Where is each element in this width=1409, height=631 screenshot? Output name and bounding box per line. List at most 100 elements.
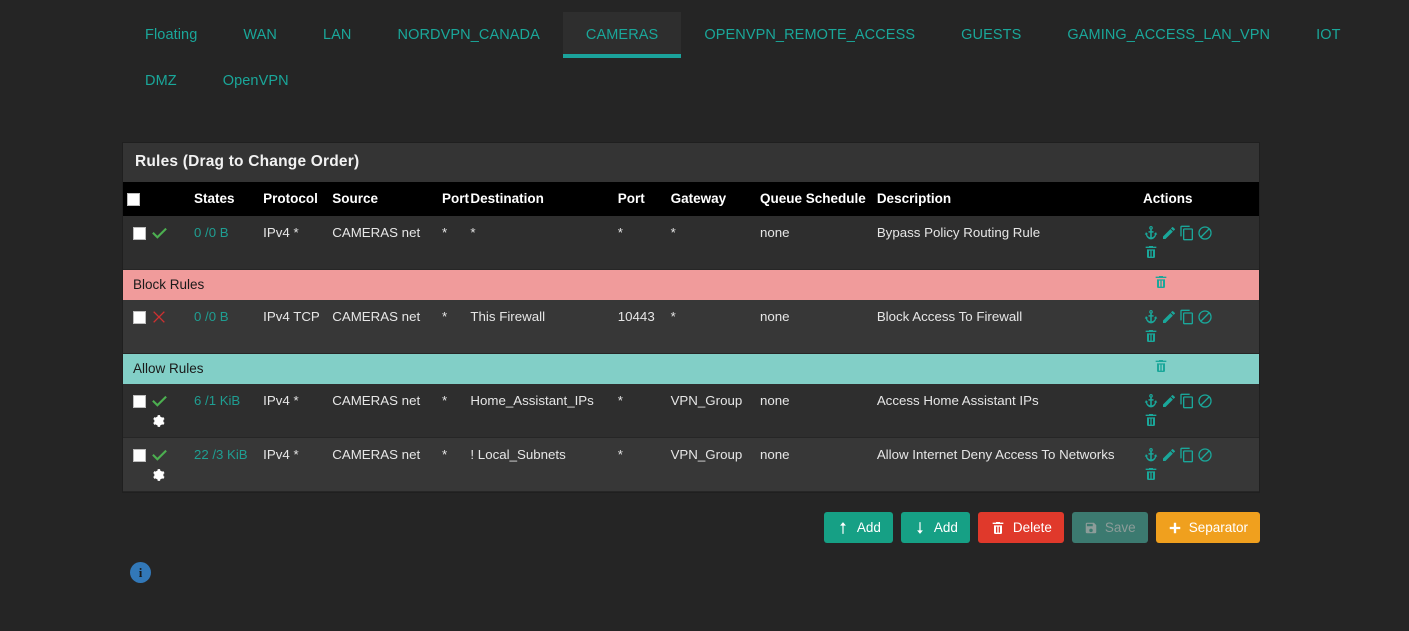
states-value[interactable]: 6 /1 KiB xyxy=(194,393,240,408)
tab-lan[interactable]: LAN xyxy=(300,12,375,58)
row-actions-cell xyxy=(1139,437,1259,492)
firewall-rules-page: Floating WAN LAN NORDVPN_CANADA CAMERAS OPENV… xyxy=(0,12,1409,631)
tab-guests[interactable]: GUESTS xyxy=(938,12,1044,58)
row-source-cell: CAMERAS net xyxy=(328,384,438,438)
trash-icon[interactable] xyxy=(1143,466,1253,482)
separator-bar: Block Rules xyxy=(123,270,1259,300)
advanced-options-icon[interactable] xyxy=(151,468,186,482)
pencil-icon[interactable] xyxy=(1161,393,1177,409)
row-source-port-cell: * xyxy=(437,300,467,354)
states-value[interactable]: 0 /0 B xyxy=(194,309,228,324)
row-status-cell xyxy=(147,384,191,438)
separator-button[interactable]: Separator xyxy=(1155,512,1260,543)
copy-icon[interactable] xyxy=(1179,447,1195,463)
queue-header: Queue xyxy=(755,182,802,216)
select-all-checkbox[interactable] xyxy=(127,193,140,206)
row-source-cell: CAMERAS net xyxy=(328,437,438,492)
tab-gaming-access-lan-vpn[interactable]: GAMING_ACCESS_LAN_VPN xyxy=(1044,12,1293,58)
copy-icon[interactable] xyxy=(1179,309,1195,325)
row-source-port-cell: * xyxy=(437,437,467,492)
ban-icon[interactable] xyxy=(1197,225,1213,241)
table-row[interactable]: 6 /1 KiB IPv4 * CAMERAS net * Home_Assistant… xyxy=(123,384,1259,438)
row-protocol-cell: IPv4 * xyxy=(259,437,329,492)
anchor-icon[interactable] xyxy=(1143,309,1159,325)
row-dest-port-cell: * xyxy=(613,437,667,492)
row-actions xyxy=(1143,225,1255,260)
pencil-icon[interactable] xyxy=(1161,225,1177,241)
anchor-icon[interactable] xyxy=(1143,225,1159,241)
add-rule-bottom-button-label: Add xyxy=(933,520,958,535)
pencil-icon[interactable] xyxy=(1161,309,1177,325)
row-description-cell: Block Access To Firewall xyxy=(872,300,1140,354)
tab-iot[interactable]: IOT xyxy=(1293,12,1363,58)
row-source-cell: CAMERAS net xyxy=(328,300,438,354)
pencil-icon[interactable] xyxy=(1161,447,1177,463)
arrow-up-icon xyxy=(836,521,850,535)
row-gateway-cell: * xyxy=(666,216,756,270)
trash-icon[interactable] xyxy=(1143,412,1253,428)
anchor-icon[interactable] xyxy=(1143,393,1159,409)
anchor-icon[interactable] xyxy=(1143,447,1159,463)
states-value[interactable]: 0 /0 B xyxy=(194,225,228,240)
dest-port-header: Port xyxy=(613,182,667,216)
row-gateway-cell[interactable]: VPN_Group xyxy=(666,384,756,438)
row-description-cell: Bypass Policy Routing Rule xyxy=(872,216,1140,270)
separator-delete-icon[interactable] xyxy=(1153,274,1169,290)
row-schedule-cell xyxy=(801,300,873,354)
tab-openvpn-remote-access[interactable]: OPENVPN_REMOTE_ACCESS xyxy=(681,12,938,58)
states-value[interactable]: 22 /3 KiB xyxy=(194,447,248,462)
row-destination-cell[interactable]: Home_Assistant_IPs xyxy=(466,384,614,438)
actions-header: Actions xyxy=(1139,182,1259,216)
row-gateway-cell: * xyxy=(666,300,756,354)
info-icon[interactable]: i xyxy=(130,562,151,583)
separator-button-label: Separator xyxy=(1188,520,1248,535)
table-row[interactable]: 22 /3 KiB IPv4 * CAMERAS net *! Local_Subne… xyxy=(123,437,1259,492)
row-destination-cell: * xyxy=(466,216,614,270)
delete-button-label: Delete xyxy=(1012,520,1052,535)
tab-dmz[interactable]: DMZ xyxy=(122,58,200,104)
ban-icon[interactable] xyxy=(1197,393,1213,409)
row-status-cell xyxy=(147,437,191,492)
rules-panel: Rules (Drag to Change Order) States Prot… xyxy=(122,142,1260,493)
add-rule-top-button[interactable]: Add xyxy=(823,512,893,543)
add-rule-top-button-label: Add xyxy=(856,520,881,535)
row-select-cell xyxy=(123,216,148,270)
separator-delete-icon[interactable] xyxy=(1153,358,1169,374)
source-header: Source xyxy=(328,182,438,216)
trash-icon[interactable] xyxy=(1143,328,1253,344)
row-actions-cell xyxy=(1139,216,1259,270)
tab-openvpn[interactable]: OpenVPN xyxy=(200,58,312,104)
tab-floating[interactable]: Floating xyxy=(122,12,220,58)
row-source-port-cell: * xyxy=(437,384,467,438)
copy-icon[interactable] xyxy=(1179,393,1195,409)
info-icon-glyph: i xyxy=(138,564,143,580)
states-header: States xyxy=(190,182,260,216)
delete-button[interactable]: Delete xyxy=(977,512,1064,543)
row-queue-cell: none xyxy=(755,437,802,492)
row-checkbox[interactable] xyxy=(133,311,146,324)
row-checkbox[interactable] xyxy=(133,395,146,408)
ban-icon[interactable] xyxy=(1197,309,1213,325)
add-rule-bottom-button[interactable]: Add xyxy=(900,512,970,543)
table-row[interactable]: 0 /0 B IPv4 TCP CAMERAS net * This Firewall 1… xyxy=(123,300,1259,354)
status-header xyxy=(147,182,191,216)
row-protocol-cell: IPv4 * xyxy=(259,216,329,270)
ban-icon[interactable] xyxy=(1197,447,1213,463)
tab-wan[interactable]: WAN xyxy=(220,12,300,58)
row-dest-port-cell: 10443 xyxy=(613,300,667,354)
trash-icon[interactable] xyxy=(1143,244,1253,260)
advanced-options-icon[interactable] xyxy=(151,414,186,428)
row-destination-cell[interactable]: ! Local_Subnets xyxy=(466,437,614,492)
row-checkbox[interactable] xyxy=(133,449,146,462)
check-icon xyxy=(151,447,168,464)
description-header: Description xyxy=(872,182,1140,216)
row-description-cell: Allow Internet Deny Access To Networks xyxy=(872,437,1140,492)
copy-icon[interactable] xyxy=(1179,225,1195,241)
tab-cameras[interactable]: CAMERAS xyxy=(562,12,682,58)
row-queue-cell: none xyxy=(755,216,802,270)
table-row[interactable]: 0 /0 B IPv4 * CAMERAS net * * * * none Bypass Po… xyxy=(123,216,1259,270)
row-checkbox[interactable] xyxy=(133,227,146,240)
row-gateway-cell[interactable]: VPN_Group xyxy=(666,437,756,492)
protocol-header: Protocol xyxy=(259,182,329,216)
tab-nordvpn-canada[interactable]: NORDVPN_CANADA xyxy=(375,12,563,58)
